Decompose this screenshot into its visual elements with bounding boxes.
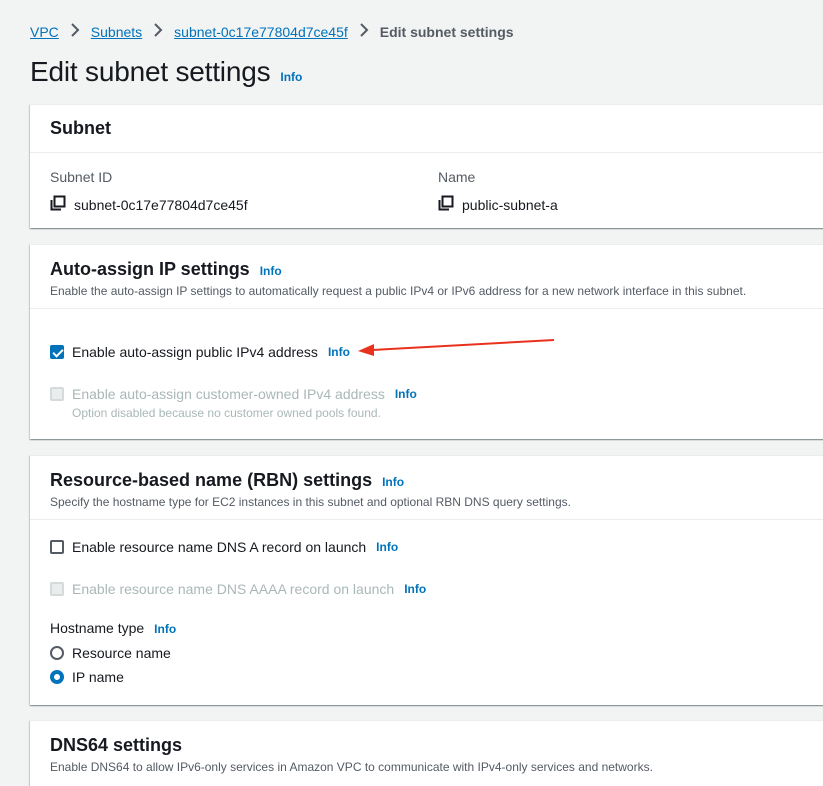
dns-aaaa-checkbox [50, 582, 64, 596]
subnet-panel-title: Subnet [50, 118, 111, 138]
breadcrumb-subnets-link[interactable]: Subnets [91, 24, 142, 40]
chevron-right-icon [59, 22, 91, 42]
name-value-row: public-subnet-a [438, 195, 558, 214]
customer-owned-checkbox-row: Enable auto-assign customer-owned IPv4 a… [50, 386, 417, 402]
dns-a-info-link[interactable]: Info [376, 540, 398, 554]
auto-assign-title: Auto-assign IP settings [50, 259, 250, 279]
ipv4-checkbox[interactable] [50, 345, 64, 359]
rbn-panel-header: Resource-based name (RBN) settings Info … [30, 456, 823, 520]
customer-owned-checkbox [50, 387, 64, 401]
auto-assign-panel: Auto-assign IP settings Info Enable the … [30, 244, 823, 439]
subnet-id-label: Subnet ID [50, 169, 113, 185]
hostname-type-info-link[interactable]: Info [154, 622, 176, 636]
customer-owned-note: Option disabled because no customer owne… [72, 406, 381, 420]
rbn-panel: Resource-based name (RBN) settings Info … [30, 455, 823, 705]
auto-assign-description: Enable the auto-assign IP settings to au… [50, 284, 747, 298]
name-value: public-subnet-a [462, 196, 558, 213]
dns-aaaa-info-link[interactable]: Info [404, 582, 426, 596]
subnet-panel: Subnet Subnet ID subnet-0c17e77804d7ce45… [30, 104, 823, 228]
subnet-id-field: Subnet ID subnet-0c17e77804d7ce45f [50, 169, 248, 214]
dns64-title: DNS64 settings [50, 735, 183, 755]
chevron-right-icon [142, 22, 174, 42]
radio-ip-name-row: IP name [50, 669, 124, 685]
name-field: Name public-subnet-a [438, 169, 558, 214]
page-title: Edit subnet settings [30, 56, 271, 87]
auto-assign-info-link[interactable]: Info [260, 264, 282, 278]
auto-assign-panel-header: Auto-assign IP settings Info Enable the … [30, 245, 823, 309]
copy-icon[interactable] [438, 195, 462, 214]
dns-a-checkbox[interactable] [50, 540, 64, 554]
rbn-title: Resource-based name (RBN) settings [50, 470, 373, 490]
radio-resource-name-row: Resource name [50, 645, 171, 661]
breadcrumb-subnet-id-link[interactable]: subnet-0c17e77804d7ce45f [174, 24, 348, 40]
radio-ip-name[interactable] [50, 670, 64, 684]
rbn-description: Specify the hostname type for EC2 instan… [50, 495, 571, 509]
subnet-id-value: subnet-0c17e77804d7ce45f [74, 196, 248, 213]
subnet-id-value-row: subnet-0c17e77804d7ce45f [50, 195, 248, 214]
customer-owned-info-link[interactable]: Info [395, 387, 417, 401]
chevron-right-icon [348, 22, 380, 42]
subnet-panel-header: Subnet [30, 105, 823, 153]
ipv4-info-link[interactable]: Info [328, 345, 350, 359]
dns64-description: Enable DNS64 to allow IPv6-only services… [50, 760, 653, 774]
rbn-info-link[interactable]: Info [382, 475, 404, 489]
page-header: Edit subnet settings Info [30, 56, 302, 88]
breadcrumb-vpc-link[interactable]: VPC [30, 24, 59, 40]
dns64-panel-header: DNS64 settings Enable DNS64 to allow IPv… [30, 721, 823, 786]
dns-aaaa-checkbox-row: Enable resource name DNS AAAA record on … [50, 581, 426, 597]
page-info-link[interactable]: Info [280, 70, 302, 84]
dns64-panel: DNS64 settings Enable DNS64 to allow IPv… [30, 720, 823, 786]
dns-a-checkbox-row: Enable resource name DNS A record on lau… [50, 539, 398, 555]
radio-resource-name-label[interactable]: Resource name [72, 645, 171, 661]
breadcrumb: VPC Subnets subnet-0c17e77804d7ce45f Edi… [30, 22, 514, 42]
hostname-type-label: Hostname type [50, 620, 145, 636]
name-label: Name [438, 169, 476, 185]
breadcrumb-current: Edit subnet settings [379, 24, 514, 40]
dns-a-checkbox-label[interactable]: Enable resource name DNS A record on lau… [72, 539, 366, 555]
ipv4-checkbox-row: Enable auto-assign public IPv4 address I… [50, 344, 350, 360]
ipv4-checkbox-label[interactable]: Enable auto-assign public IPv4 address [72, 344, 318, 360]
hostname-type-field: Hostname type Info [50, 620, 176, 636]
radio-ip-name-label[interactable]: IP name [72, 669, 124, 685]
dns-aaaa-checkbox-label: Enable resource name DNS AAAA record on … [72, 581, 395, 597]
radio-resource-name[interactable] [50, 646, 64, 660]
customer-owned-checkbox-label: Enable auto-assign customer-owned IPv4 a… [72, 386, 385, 402]
copy-icon[interactable] [50, 195, 74, 214]
